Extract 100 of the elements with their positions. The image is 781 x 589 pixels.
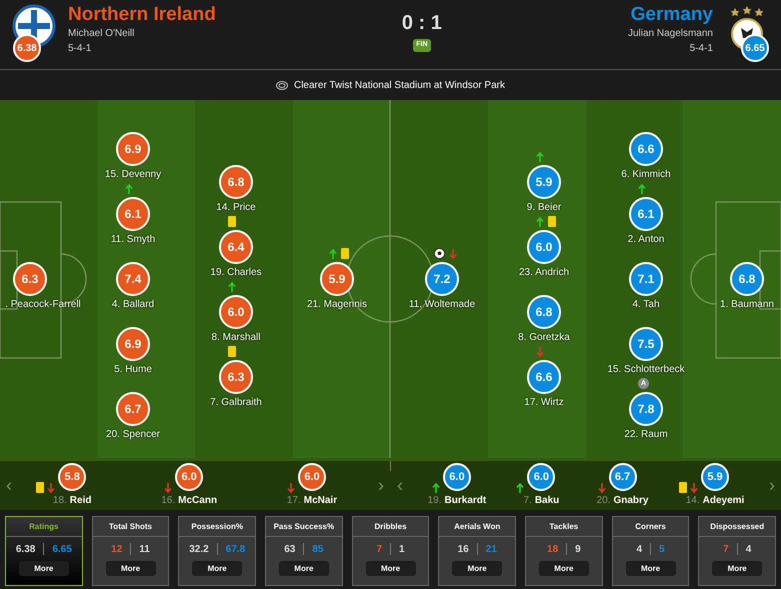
home-stat-value: 12: [111, 542, 122, 556]
home-stat-value: 18: [547, 542, 558, 556]
player-name: 15. Devenny: [104, 168, 162, 182]
away-stat-value: 85: [312, 542, 324, 556]
previous-button[interactable]: ‹: [0, 472, 18, 499]
stat-title: Possession%: [191, 520, 243, 532]
stat-title: Total Shots: [109, 520, 152, 532]
home-stat-value: 7: [723, 542, 729, 556]
player-rating[interactable]: 6.0: [527, 463, 556, 491]
stat-title: Corners: [635, 520, 666, 532]
stat-title: Dribbles: [374, 520, 407, 532]
team-name[interactable]: Northern Ireland: [68, 4, 216, 26]
player-rating[interactable]: 6.0: [175, 463, 204, 491]
stat-title: Dispossessed: [710, 520, 764, 532]
stat-title: Pass Success%: [274, 520, 334, 532]
shirt-number: 14.: [686, 494, 700, 508]
more-button[interactable]: More: [278, 561, 329, 576]
player-name: Adeyemi: [702, 494, 744, 508]
player-name: Burkardt: [444, 494, 486, 508]
stat-card[interactable]: Dribbles 7 1 More: [352, 516, 430, 586]
player-rating[interactable]: 6.0: [298, 463, 326, 491]
player-name: McCann: [178, 494, 218, 508]
player-name: 14. Price: [216, 200, 256, 214]
player-name: 23. Andrich: [518, 266, 570, 280]
home-stat-value: 6.38: [16, 542, 36, 556]
stat-title: Ratings: [29, 520, 58, 532]
more-button[interactable]: More: [192, 561, 242, 576]
more-button[interactable]: More: [538, 561, 589, 576]
shirt-number: 17.: [286, 494, 301, 508]
player-name: 5. Hume: [114, 363, 152, 377]
manager-name: Michael O'Neill: [68, 27, 136, 41]
away-stat-value: 1: [399, 542, 405, 556]
away-stat-value: 11: [139, 542, 150, 556]
stadium-icon: [276, 80, 288, 90]
stat-title: Tackles: [549, 520, 578, 532]
more-button[interactable]: More: [712, 561, 762, 576]
home-stat-value: 32.2: [189, 542, 209, 556]
player-name: Reid: [70, 494, 92, 508]
team-rating: 6.65: [741, 34, 769, 62]
manager-name: Julian Nagelsmann: [628, 27, 713, 41]
player-name: 20. Spencer: [106, 428, 160, 442]
away-stat-value: 4: [746, 542, 752, 556]
player-name: 6. Kimmich: [621, 168, 671, 182]
formation: 5-4-1: [690, 42, 713, 56]
player-name: 1. Baumann: [720, 298, 774, 312]
team-name[interactable]: Germany: [630, 4, 713, 26]
player-rating[interactable]: 6.0: [442, 463, 471, 491]
shirt-number: 20.: [596, 494, 610, 508]
player-name: 21. Magennis: [306, 298, 368, 312]
more-button[interactable]: More: [106, 561, 156, 576]
shirt-number: 18.: [52, 494, 67, 508]
away-stat-value: 67.8: [226, 542, 246, 556]
player-rating[interactable]: 5.8: [58, 463, 86, 491]
shirt-number: 16.: [161, 494, 176, 508]
away-stat-value: 6.65: [52, 542, 72, 556]
formation: 5-4-1: [68, 42, 92, 56]
player-name: 9. Beier: [526, 200, 562, 214]
player-name: 4. Tah: [632, 298, 660, 312]
next-button[interactable]: ›: [372, 472, 390, 499]
player-name: Baku: [534, 494, 560, 508]
away-stat-value: 5: [659, 542, 665, 556]
more-button[interactable]: More: [18, 561, 69, 576]
venue-name: Clearer Twist National Stadium at Windsor Park: [294, 78, 505, 92]
player-name: 22. Raum: [624, 428, 668, 442]
player-name: 19. Charles: [210, 266, 262, 280]
previous-button[interactable]: ‹: [391, 472, 409, 499]
player-name: 2. Anton: [628, 233, 664, 247]
player-name: 4. Ballard: [112, 298, 154, 312]
player-name: 8. Goretzka: [518, 330, 570, 344]
player-name: 17. Wirtz: [524, 396, 564, 410]
next-button[interactable]: ›: [763, 472, 781, 499]
away-stat-value: 9: [575, 542, 581, 556]
home-stat-value: 63: [284, 542, 296, 556]
player-name: McNair: [304, 494, 338, 508]
player-name: 7. Galbraith: [210, 396, 262, 410]
player-name: 8. Marshall: [212, 330, 260, 344]
stat-card[interactable]: Ratings 6.38 6.65 More: [5, 516, 83, 586]
stat-card[interactable]: Corners 4 5 More: [612, 516, 690, 586]
stat-card[interactable]: Pass Success% 63 85 More: [265, 516, 343, 586]
shirt-number: 19.: [428, 494, 442, 508]
more-button[interactable]: More: [366, 561, 416, 576]
player-rating[interactable]: 5.9: [701, 463, 730, 491]
home-stat-value: 4: [636, 542, 642, 556]
score: 0 : 1: [402, 12, 442, 34]
player-name: 11. Smyth: [110, 233, 156, 247]
more-button[interactable]: More: [626, 561, 676, 576]
home-stat-value: 16: [458, 542, 469, 556]
player-name: Gnabry: [613, 494, 648, 508]
player-name: 11. Woltemade: [408, 298, 476, 312]
stat-card[interactable]: Dispossessed 7 4 More: [698, 516, 776, 586]
away-stat-value: 21: [486, 542, 497, 556]
stat-title: Aerials Won: [454, 520, 500, 532]
stat-card[interactable]: Possession% 32.2 67.8 More: [178, 516, 256, 586]
stat-card[interactable]: Aerials Won 16 21 More: [438, 516, 516, 586]
home-stat-value: 7: [376, 542, 382, 556]
player-rating[interactable]: 6.7: [608, 463, 636, 491]
more-button[interactable]: More: [452, 561, 502, 576]
team-rating: 6.38: [13, 34, 41, 62]
stat-card[interactable]: Tackles 18 9 More: [525, 516, 603, 586]
stat-card[interactable]: Total Shots 12 11 More: [92, 516, 170, 586]
